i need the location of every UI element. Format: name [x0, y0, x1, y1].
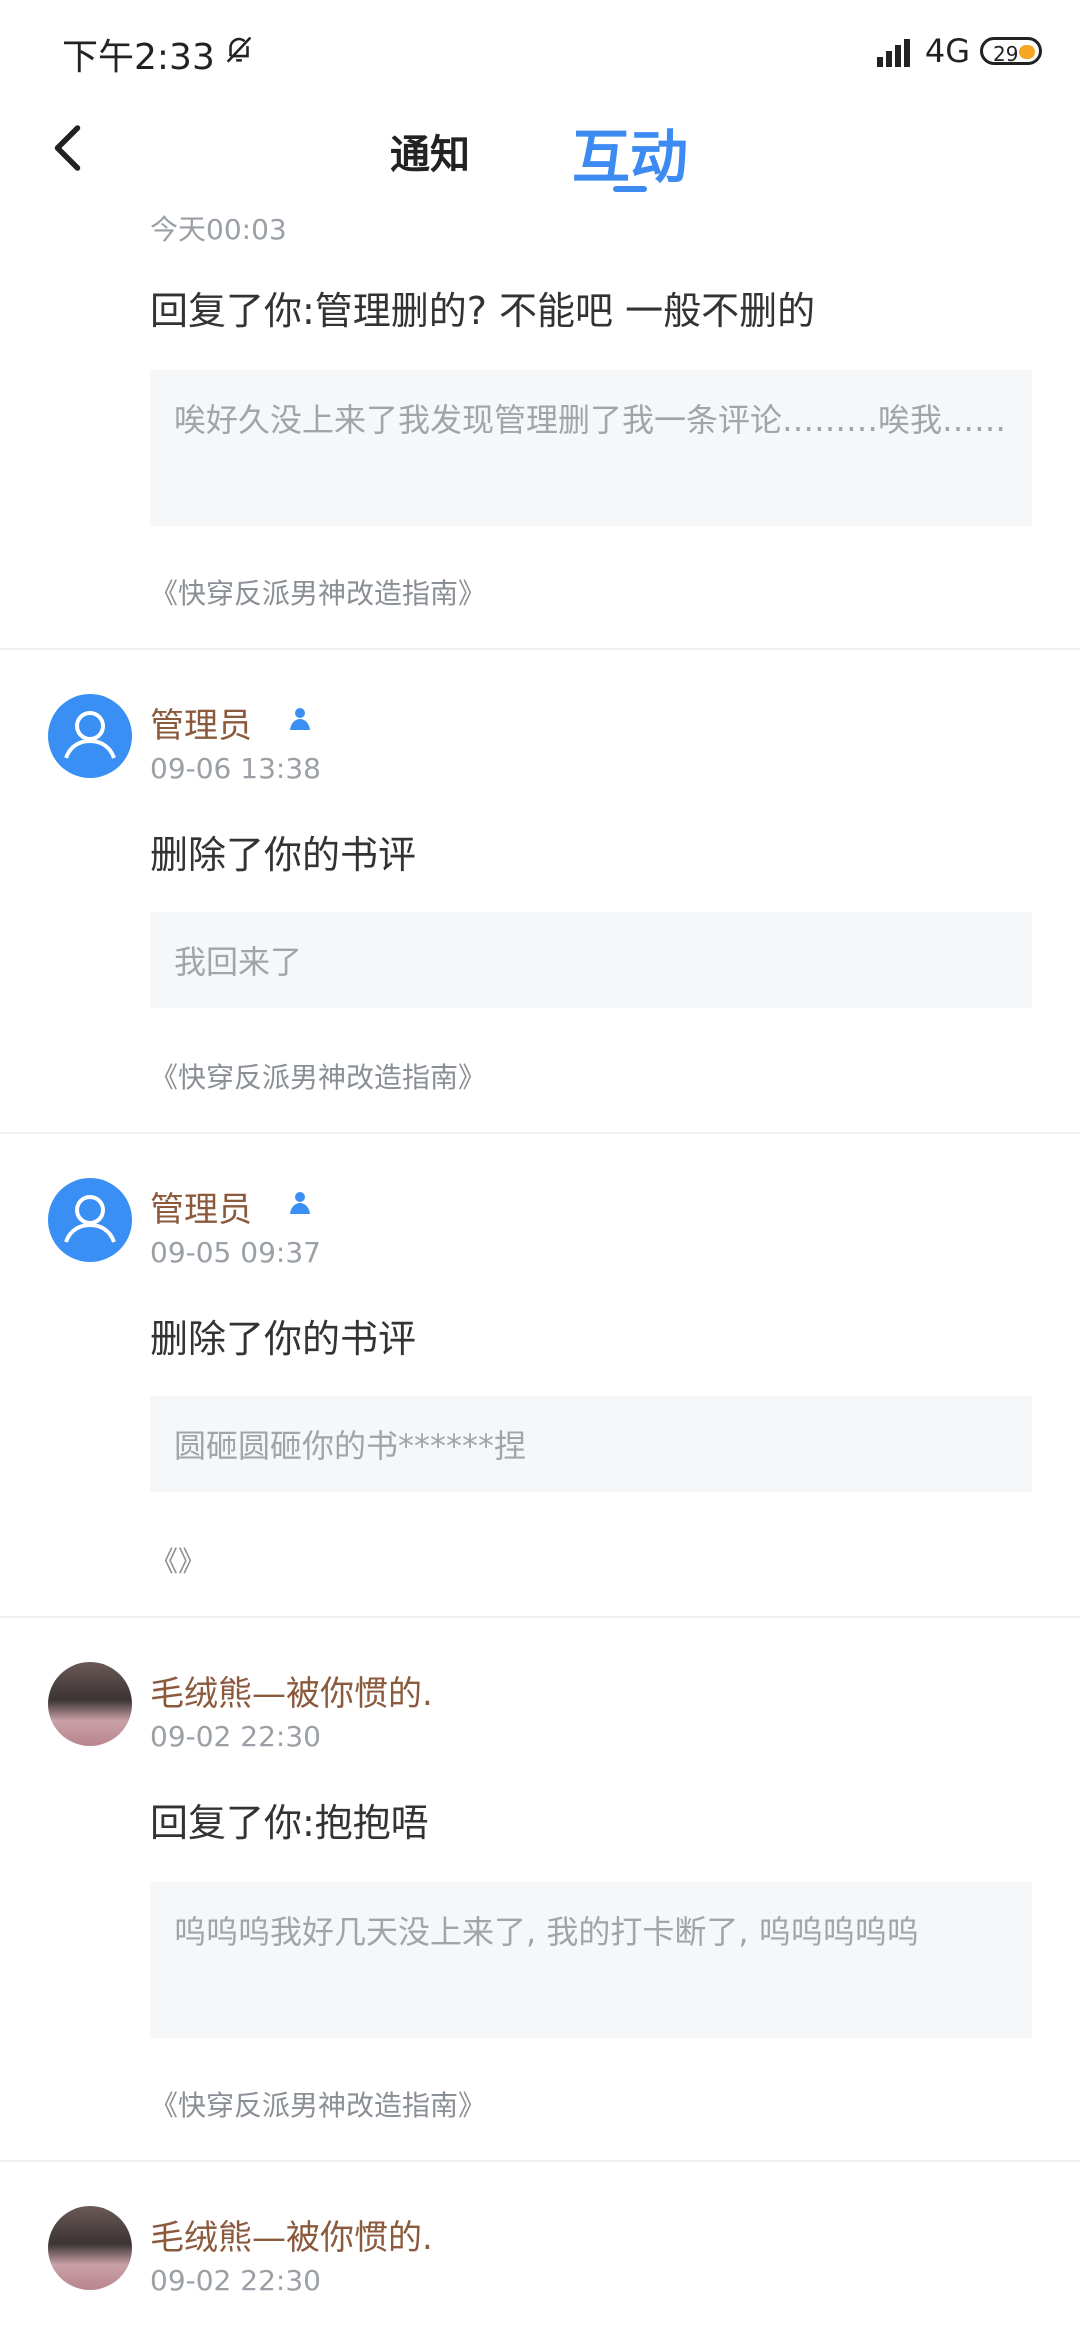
tab-notice[interactable]: 通知: [390, 122, 470, 180]
avatar[interactable]: [48, 1178, 132, 1262]
user-name[interactable]: 毛绒熊—被你惯的.: [150, 1666, 433, 1715]
quoted-comment[interactable]: 我回来了: [150, 912, 1032, 1008]
top-bar: 通知 互动: [0, 100, 1080, 200]
admin-badge-icon: [290, 708, 310, 730]
book-title[interactable]: 《快穿反派男神改造指南》: [150, 572, 486, 612]
chevron-left-icon[interactable]: [40, 118, 100, 178]
quoted-comment[interactable]: 唉好久没上来了我发现管理删了我一条评论………唉我……: [150, 370, 1032, 526]
admin-badge-icon: [290, 1192, 310, 1214]
bell-off-icon: [226, 36, 252, 63]
item-time: 09-05 09:37: [150, 1236, 321, 1269]
avatar[interactable]: [48, 2206, 132, 2290]
quoted-comment[interactable]: 圆砸圆砸你的书******捏: [150, 1396, 1032, 1492]
network-type: 4G: [924, 32, 970, 70]
item-action: 回复了你:管理删的? 不能吧 一般不删的: [150, 289, 816, 333]
battery-level: 29: [993, 42, 1019, 66]
avatar[interactable]: [48, 1662, 132, 1746]
book-title[interactable]: 《》: [150, 1540, 206, 1580]
status-time: 下午2:33: [62, 37, 215, 78]
user-name[interactable]: 管理员: [150, 698, 252, 747]
item-action: 回复了你:抱抱唔: [150, 1801, 429, 1845]
quoted-comment[interactable]: 呜呜呜我好几天没上来了, 我的打卡断了, 呜呜呜呜呜: [150, 1882, 1032, 2038]
tab-active-indicator: [613, 186, 647, 192]
divider: [0, 648, 1080, 650]
item-action: 删除了你的书评: [150, 833, 417, 877]
item-action: 删除了你的书评: [150, 1317, 417, 1361]
status-bar: 下午2:33 4G 29: [0, 0, 1080, 100]
tab-interaction[interactable]: 互动: [572, 110, 688, 194]
divider: [0, 1616, 1080, 1618]
book-title[interactable]: 《快穿反派男神改造指南》: [150, 2084, 486, 2124]
signal-icon: [875, 35, 915, 67]
item-time: 09-06 13:38: [150, 752, 321, 785]
item-time: 09-02 22:30: [150, 2264, 321, 2297]
user-name[interactable]: 管理员: [150, 1182, 252, 1231]
divider: [0, 1132, 1080, 1134]
battery-icon: 29: [980, 37, 1042, 66]
user-icon: [64, 1195, 116, 1243]
avatar[interactable]: [48, 694, 132, 778]
divider: [0, 2160, 1080, 2162]
user-icon: [64, 711, 116, 759]
item-time: 今天00:03: [150, 213, 287, 246]
user-name[interactable]: 毛绒熊—被你惯的.: [150, 2210, 433, 2259]
item-time: 09-02 22:30: [150, 1720, 321, 1753]
book-title[interactable]: 《快穿反派男神改造指南》: [150, 1056, 486, 1096]
